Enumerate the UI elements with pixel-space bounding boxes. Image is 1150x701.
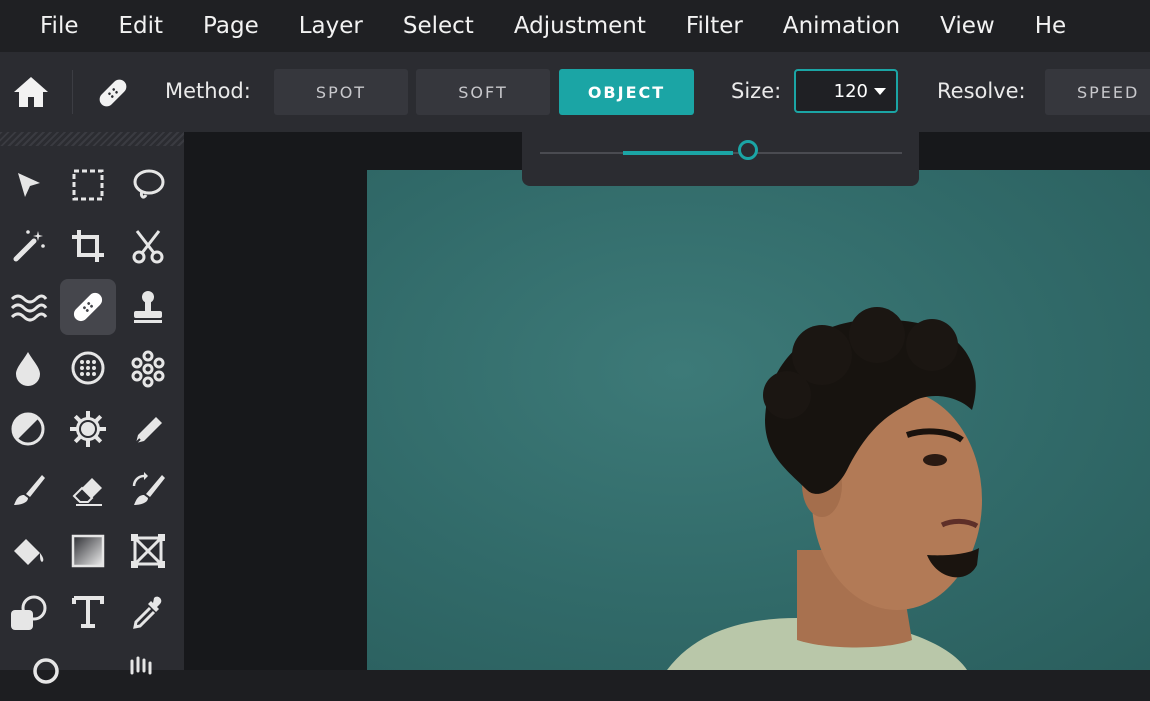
pen-icon[interactable]	[120, 401, 176, 457]
method-soft-button[interactable]: SOFT	[416, 69, 550, 115]
resolve-speed-button[interactable]: SPEED	[1045, 69, 1150, 115]
chevron-down-icon	[874, 87, 886, 95]
healing-bandage-tool[interactable]	[60, 279, 116, 335]
dodge-burn-icon[interactable]	[0, 401, 56, 457]
size-slider-thumb[interactable]	[738, 140, 758, 160]
menu-animation[interactable]: Animation	[783, 13, 900, 39]
divider	[72, 70, 73, 114]
size-value: 120	[833, 80, 868, 102]
blur-drop-icon[interactable]	[0, 340, 56, 396]
healing-bandage-icon	[94, 74, 132, 112]
hand-icon[interactable]	[110, 645, 166, 701]
method-spot-button[interactable]: SPOT	[274, 69, 408, 115]
text-icon[interactable]	[60, 584, 116, 640]
size-dropdown[interactable]: 120	[794, 69, 898, 113]
portrait-image	[667, 307, 982, 670]
liquify-icon[interactable]	[0, 279, 56, 335]
menu-view[interactable]: View	[940, 13, 995, 39]
lasso-icon[interactable]	[120, 157, 176, 213]
crop-icon[interactable]	[60, 218, 116, 274]
shape-icon[interactable]	[0, 584, 56, 640]
resolve-label: Resolve:	[937, 79, 1026, 103]
gradient-icon[interactable]	[60, 523, 116, 579]
size-label: Size:	[731, 79, 782, 103]
size-slider-popup	[522, 120, 919, 186]
eraser-icon[interactable]	[60, 462, 116, 518]
menu-filter[interactable]: Filter	[686, 13, 743, 39]
scissors-icon[interactable]	[120, 218, 176, 274]
marquee-select-icon[interactable]	[60, 157, 116, 213]
menu-bar: File Edit Page Layer Select Adjustment F…	[0, 0, 1150, 52]
replace-brush-icon[interactable]	[120, 462, 176, 518]
paint-bucket-icon[interactable]	[0, 523, 56, 579]
pattern-dots-icon[interactable]	[120, 340, 176, 396]
eyedropper-icon[interactable]	[120, 584, 176, 640]
sharpen-gear-icon[interactable]	[60, 401, 116, 457]
menu-edit[interactable]: Edit	[119, 13, 164, 39]
magic-wand-icon[interactable]	[0, 218, 56, 274]
size-slider-fill	[623, 151, 733, 155]
home-icon[interactable]	[12, 75, 50, 109]
shape-frame-icon[interactable]	[120, 523, 176, 579]
menu-adjustment[interactable]: Adjustment	[514, 13, 646, 39]
method-object-button[interactable]: OBJECT	[559, 69, 694, 115]
toolbox	[0, 132, 184, 684]
method-label: Method:	[165, 79, 251, 103]
menu-layer[interactable]: Layer	[299, 13, 363, 39]
menu-select[interactable]: Select	[403, 13, 474, 39]
brush-icon[interactable]	[0, 462, 56, 518]
select-arrow-icon[interactable]	[0, 157, 56, 213]
menu-help[interactable]: He	[1035, 13, 1066, 39]
menu-file[interactable]: File	[40, 13, 79, 39]
sponge-icon[interactable]	[60, 340, 116, 396]
toolbox-grip[interactable]	[0, 132, 184, 146]
canvas-photo[interactable]	[367, 170, 1150, 670]
menu-page[interactable]: Page	[203, 13, 259, 39]
stamp-icon[interactable]	[120, 279, 176, 335]
zoom-icon[interactable]	[20, 645, 76, 701]
healing-bandage-icon	[73, 292, 103, 322]
